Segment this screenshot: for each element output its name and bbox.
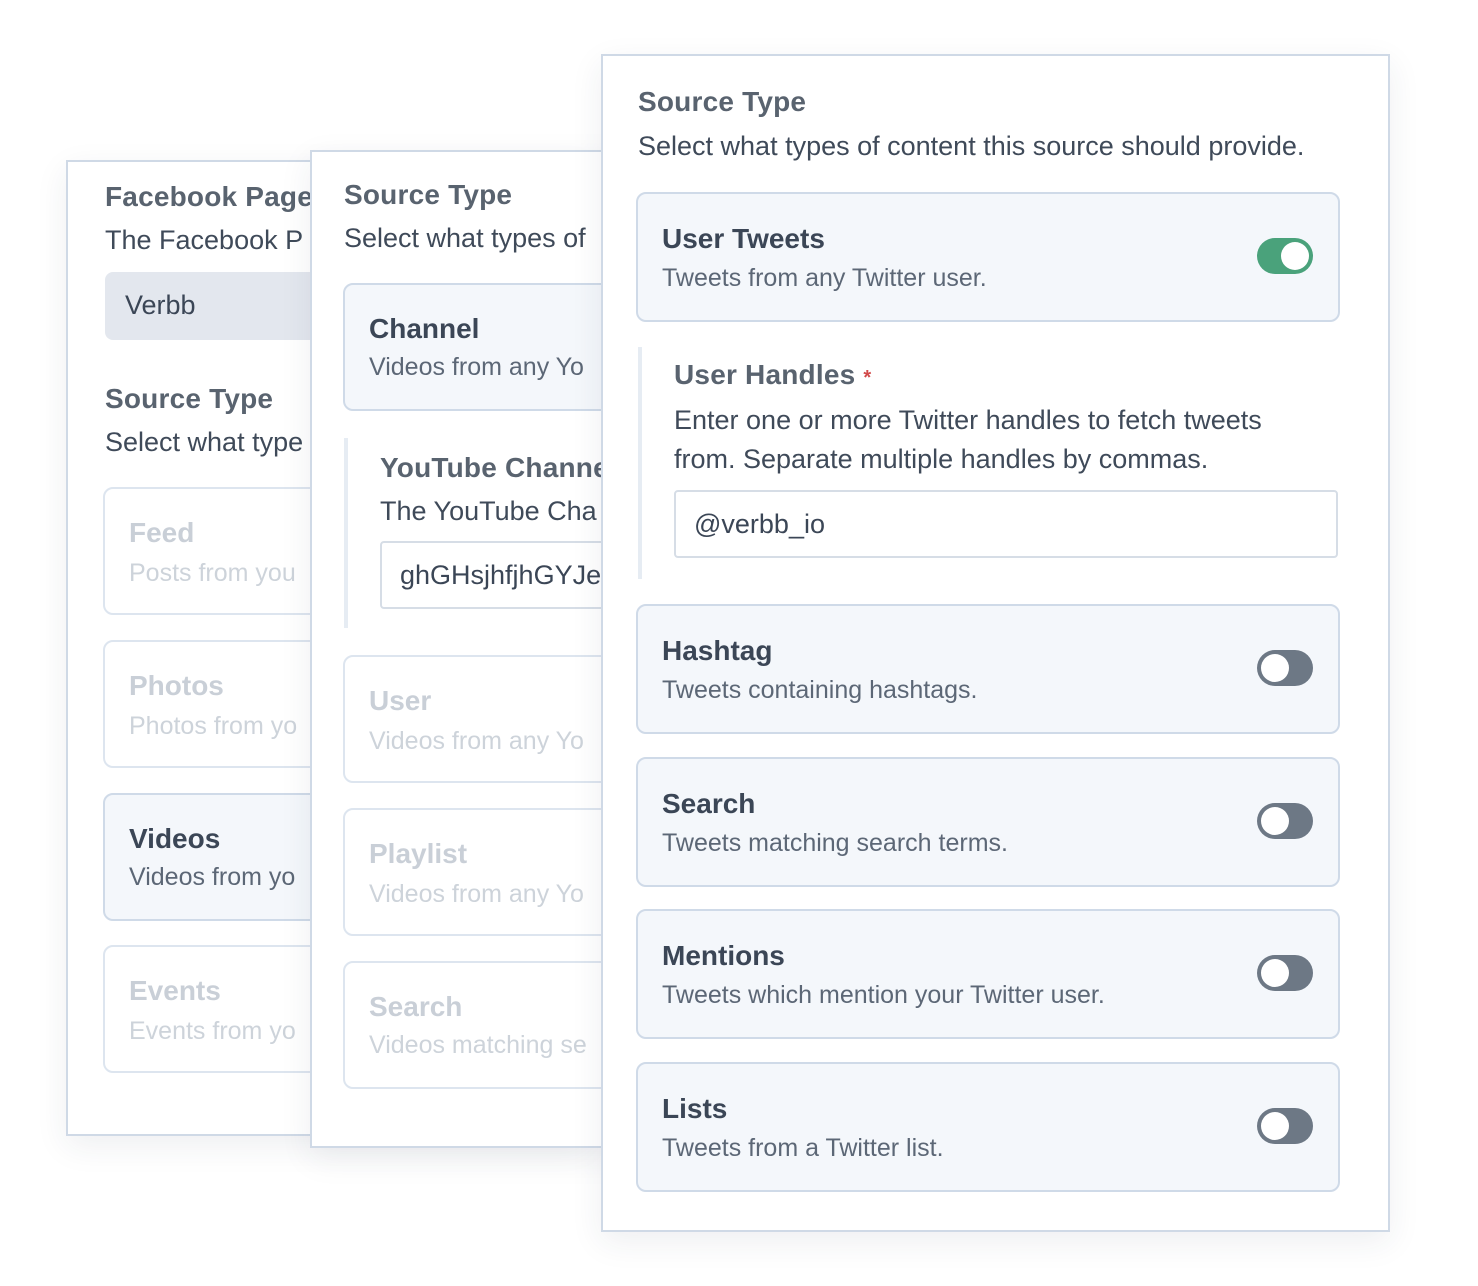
option-title: Videos xyxy=(129,823,221,854)
option-title: User xyxy=(369,685,432,716)
toggle-knob xyxy=(1261,959,1289,987)
toggle-knob xyxy=(1261,1112,1289,1140)
source-type-label: Source Type xyxy=(105,383,274,414)
option-description: Events from yo xyxy=(129,1017,296,1045)
source-type-label: Source Type xyxy=(638,86,807,117)
user-handles-label: User Handles * xyxy=(674,359,871,391)
option-description: Videos matching se xyxy=(369,1031,587,1059)
nested-field-rule xyxy=(344,438,348,628)
option-title: Search xyxy=(662,788,756,819)
option-title: Mentions xyxy=(662,940,785,971)
option-title: User Tweets xyxy=(662,223,825,254)
toggle-knob xyxy=(1281,242,1309,270)
nested-field-rule xyxy=(638,347,642,579)
option-description: Tweets containing hashtags. xyxy=(662,676,978,704)
user-handles-description-line2: from. Separate multiple handles by comma… xyxy=(674,444,1209,474)
option-description: Videos from yo xyxy=(129,863,296,891)
option-title: Photos xyxy=(129,670,224,701)
search-toggle[interactable] xyxy=(1257,803,1313,839)
option-description: Tweets which mention your Twitter user. xyxy=(662,981,1105,1009)
option-title: Hashtag xyxy=(662,635,773,666)
option-description: Videos from any Yo xyxy=(369,880,584,908)
source-option-lists[interactable]: Lists Tweets from a Twitter list. xyxy=(636,1062,1340,1192)
source-type-description: Select what types of content this source… xyxy=(638,131,1305,161)
source-type-description: Select what type xyxy=(105,427,304,457)
option-title: Playlist xyxy=(369,838,468,869)
hashtag-toggle[interactable] xyxy=(1257,650,1313,686)
lists-toggle[interactable] xyxy=(1257,1108,1313,1144)
option-description: Photos from yo xyxy=(129,712,298,740)
mentions-toggle[interactable] xyxy=(1257,955,1313,991)
youtube-channel-description: The YouTube Cha xyxy=(380,496,597,526)
option-title: Lists xyxy=(662,1093,728,1124)
source-type-label: Source Type xyxy=(344,179,513,210)
source-option-search[interactable]: Search Tweets matching search terms. xyxy=(636,757,1340,887)
source-option-user-tweets[interactable]: User Tweets Tweets from any Twitter user… xyxy=(636,192,1340,322)
option-title: Search xyxy=(369,991,463,1022)
toggle-knob xyxy=(1261,807,1289,835)
twitter-settings-panel: Source Type Select what types of content… xyxy=(601,54,1390,1232)
source-option-mentions[interactable]: Mentions Tweets which mention your Twitt… xyxy=(636,909,1340,1039)
option-description: Posts from you xyxy=(129,559,296,587)
user-tweets-toggle[interactable] xyxy=(1257,238,1313,274)
source-option-hashtag[interactable]: Hashtag Tweets containing hashtags. xyxy=(636,604,1340,734)
option-description: Videos from any Yo xyxy=(369,727,584,755)
option-title: Feed xyxy=(129,517,195,548)
required-indicator: * xyxy=(863,367,872,389)
option-title: Channel xyxy=(369,313,480,344)
facebook-page-description: The Facebook P xyxy=(105,225,304,255)
option-description: Tweets from any Twitter user. xyxy=(662,264,987,292)
option-description: Tweets from a Twitter list. xyxy=(662,1134,944,1162)
toggle-knob xyxy=(1261,654,1289,682)
user-handles-input[interactable]: @verbb_io xyxy=(674,490,1338,558)
youtube-channel-label: YouTube Channe xyxy=(380,452,609,483)
source-type-description: Select what types of xyxy=(344,223,586,253)
user-handles-label-text: User Handles xyxy=(674,359,856,390)
option-description: Tweets matching search terms. xyxy=(662,829,1008,857)
user-handles-description-line1: Enter one or more Twitter handles to fet… xyxy=(674,405,1262,435)
option-description: Videos from any Yo xyxy=(369,353,584,381)
facebook-page-label: Facebook Page xyxy=(105,181,314,212)
option-title: Events xyxy=(129,975,221,1006)
